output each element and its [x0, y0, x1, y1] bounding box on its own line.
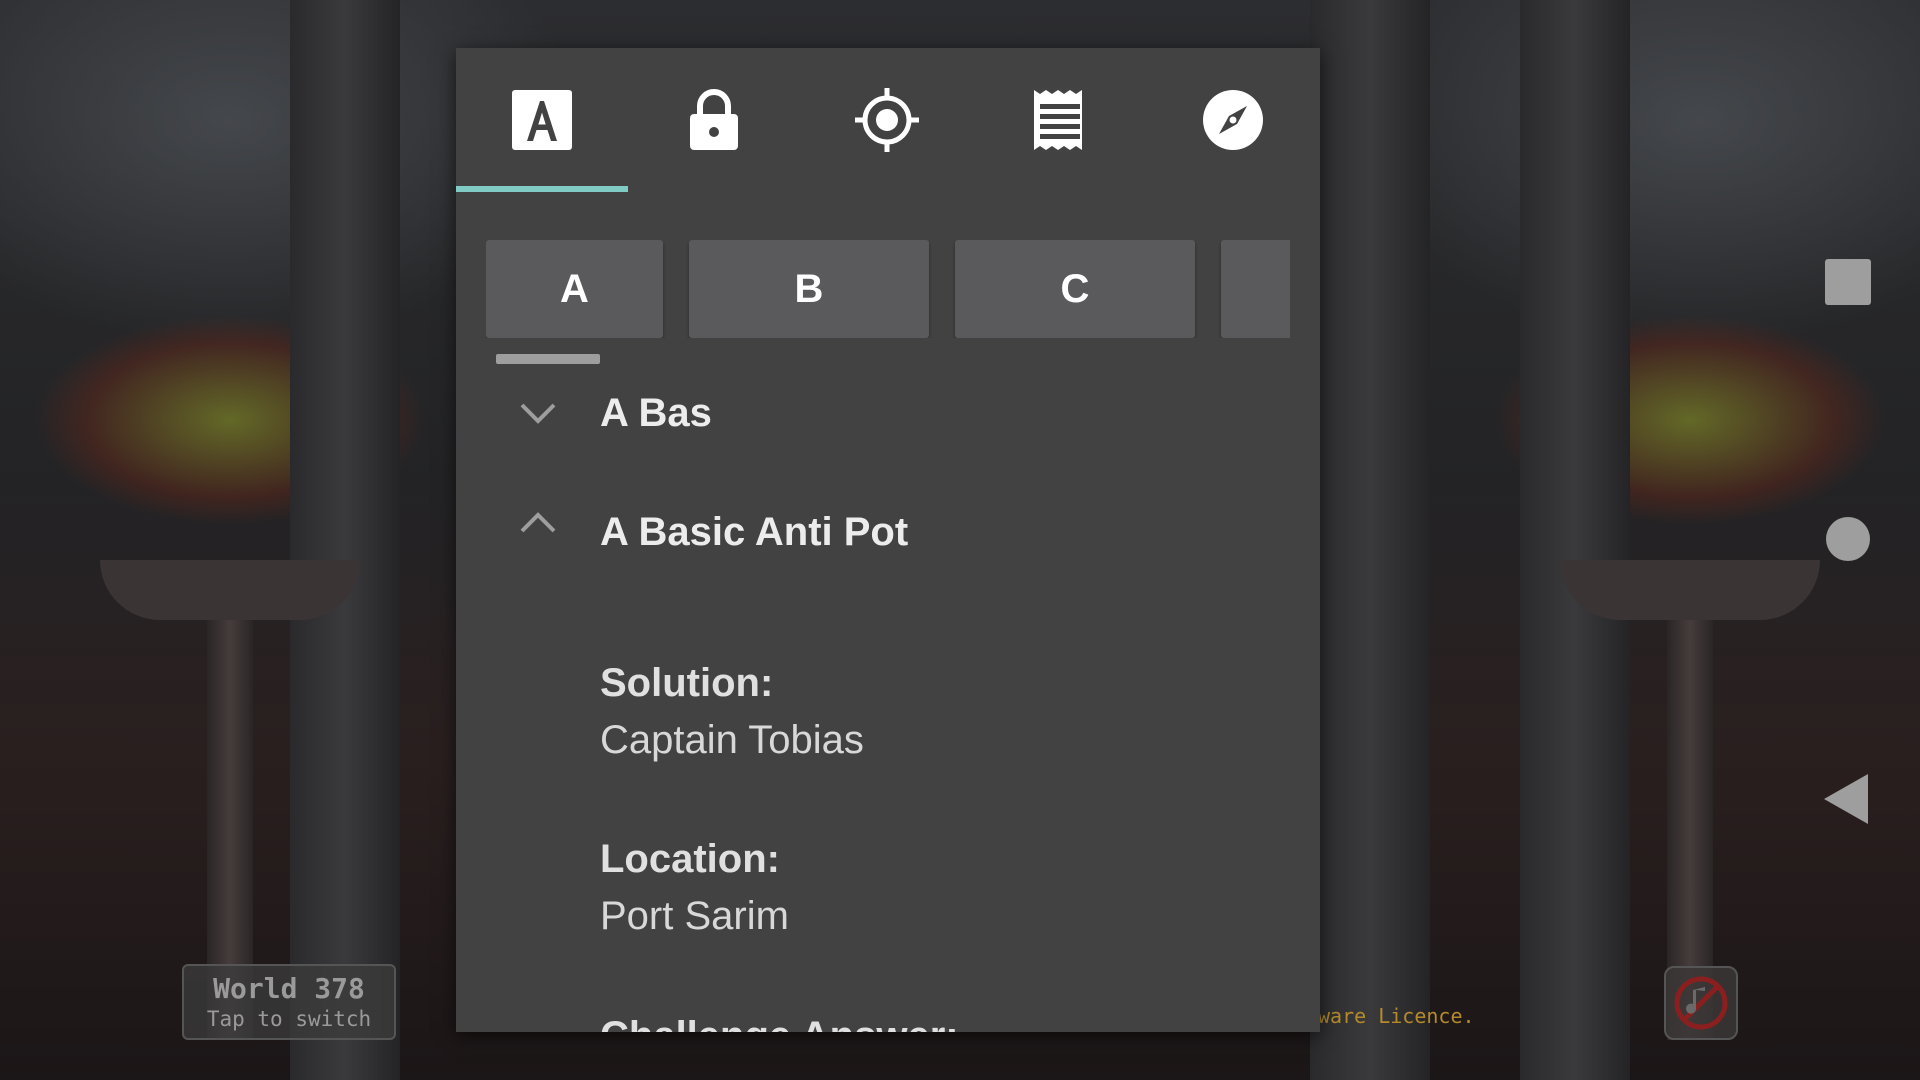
letter-scroll-indicator	[496, 354, 600, 364]
letter-button-d-partial[interactable]	[1221, 240, 1290, 338]
lock-icon	[690, 89, 738, 150]
music-off-button[interactable]	[1664, 966, 1738, 1040]
tab-bar	[456, 48, 1320, 192]
chevron-down-icon	[520, 403, 556, 424]
location-label: Location:	[600, 837, 780, 881]
location-value: Port Sarim	[600, 894, 789, 938]
chevron-up-icon	[520, 512, 556, 533]
nav-home-button[interactable]	[1826, 517, 1870, 561]
stone-pillar	[290, 0, 400, 1080]
tab-locks[interactable]	[628, 48, 800, 192]
music-off-icon	[1674, 976, 1728, 1030]
entry-list: A Bas A Basic Anti Pot Solution: Captain…	[456, 378, 1320, 1032]
world-hint: Tap to switch	[206, 1007, 372, 1031]
left-brazier	[100, 560, 360, 620]
entry-title: A Basic Anti Pot	[600, 509, 909, 554]
entry-title: A Bas	[600, 390, 712, 435]
list-item[interactable]: A Bas	[456, 378, 1320, 448]
compass-icon	[1203, 90, 1263, 150]
letter-a-icon	[512, 90, 572, 150]
solution-label: Solution:	[600, 661, 774, 705]
solution-value: Captain Tobias	[600, 718, 864, 762]
right-brazier	[1560, 560, 1820, 620]
letter-button-b[interactable]: B	[689, 240, 929, 338]
crosshair-icon	[855, 88, 919, 152]
stone-pillar	[1520, 0, 1630, 1080]
world-label: World 378	[213, 972, 365, 1005]
letter-filter-row: A B C	[486, 240, 1290, 338]
tab-maps[interactable]	[1147, 48, 1319, 192]
challenge-answer-label: Challenge Answer:	[600, 1014, 959, 1032]
receipt-icon	[1034, 90, 1082, 150]
tab-coordinates[interactable]	[801, 48, 973, 192]
licence-text: ware Licence.	[1318, 1004, 1475, 1028]
tab-notes[interactable]	[974, 48, 1146, 192]
letter-button-a[interactable]: A	[486, 240, 663, 338]
tab-anagrams[interactable]	[456, 48, 628, 192]
active-tab-indicator	[456, 186, 628, 192]
stone-pillar	[1310, 0, 1430, 1080]
letter-button-c[interactable]: C	[955, 240, 1195, 338]
list-item-expanded[interactable]: A Basic Anti Pot	[456, 497, 1320, 567]
clue-helper-panel: A B C A Bas A Basic Anti Pot Solution: C…	[456, 48, 1320, 1032]
world-switcher[interactable]: World 378 Tap to switch	[182, 964, 396, 1040]
nav-back-button[interactable]	[1824, 774, 1868, 824]
nav-recents-button[interactable]	[1825, 259, 1871, 305]
